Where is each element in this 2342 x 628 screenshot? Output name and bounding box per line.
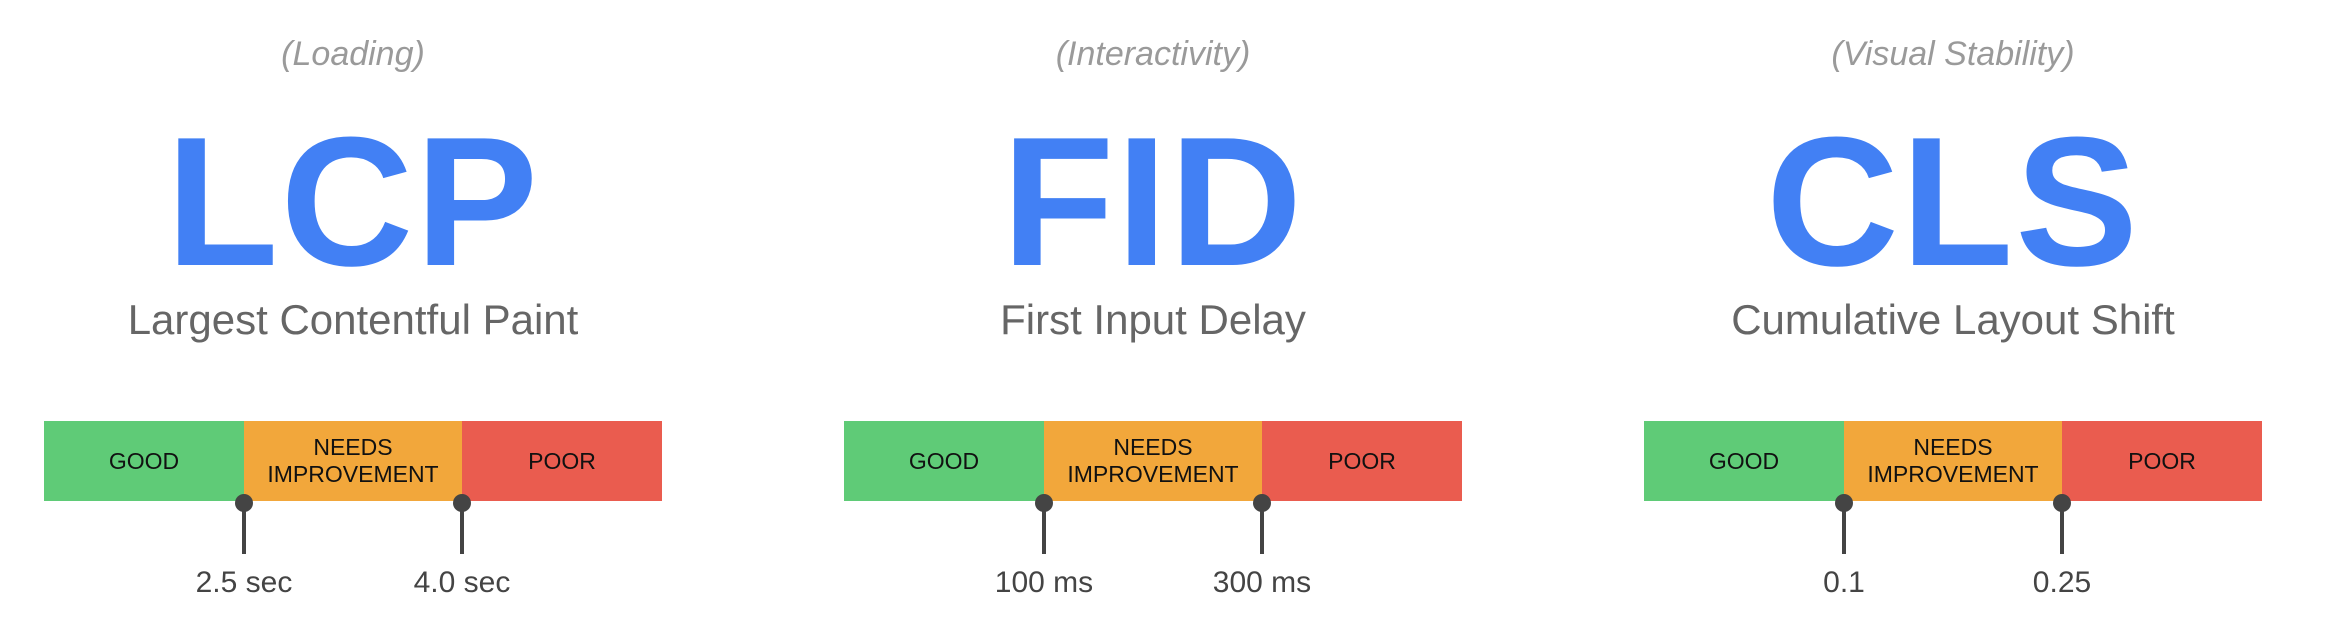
band-good-label: GOOD <box>1708 447 1780 474</box>
metric-category: (Loading) <box>281 35 425 73</box>
band-poor: POOR <box>462 421 662 501</box>
threshold-bar: GOOD NEEDS IMPROVEMENT POOR <box>1644 421 2262 501</box>
band-poor-label: POOR <box>528 447 596 474</box>
band-needs-improvement-label: NEEDS IMPROVEMENT <box>1067 434 1238 488</box>
threshold-good-label: 100 ms <box>994 566 1094 599</box>
threshold-pin-icon <box>1035 494 1053 556</box>
threshold-pin-icon <box>2053 494 2071 556</box>
band-needs-improvement: NEEDS IMPROVEMENT <box>1844 421 2062 501</box>
threshold-poor-label: 300 ms <box>1212 566 1312 599</box>
band-poor: POOR <box>2062 421 2262 501</box>
band-good-label: GOOD <box>108 447 180 474</box>
band-needs-improvement: NEEDS IMPROVEMENT <box>244 421 462 501</box>
metric-panel-lcp: (Loading) LCP Largest Contentful Paint G… <box>0 0 800 628</box>
band-needs-improvement-line2: IMPROVEMENT <box>1067 461 1239 487</box>
band-needs-improvement-line1: NEEDS <box>313 434 393 460</box>
threshold-bar: GOOD NEEDS IMPROVEMENT POOR <box>44 421 662 501</box>
metric-full-name: Largest Contentful Paint <box>127 296 579 343</box>
band-good-label: GOOD <box>908 447 980 474</box>
band-good: GOOD <box>844 421 1044 501</box>
metric-acronym: FID <box>1001 98 1305 304</box>
metric-category: (Visual Stability) <box>1831 35 2075 73</box>
metric-acronym: CLS <box>1766 98 2140 304</box>
band-poor: POOR <box>1262 421 1462 501</box>
threshold-pin-icon <box>235 494 253 556</box>
metric-full-name: First Input Delay <box>1000 296 1306 343</box>
threshold-pin-icon <box>453 494 471 556</box>
band-needs-improvement-line1: NEEDS <box>1113 434 1193 460</box>
band-needs-improvement-line2: IMPROVEMENT <box>267 461 439 487</box>
metric-category: (Interactivity) <box>1055 35 1251 73</box>
threshold-good-label: 0.1 <box>1823 566 1865 599</box>
metric-full-name: Cumulative Layout Shift <box>1731 296 2175 343</box>
band-poor-label: POOR <box>2128 447 2196 474</box>
band-good: GOOD <box>44 421 244 501</box>
threshold-poor-label: 0.25 <box>2032 566 2092 599</box>
band-poor-label: POOR <box>1328 447 1396 474</box>
band-needs-improvement-line1: NEEDS <box>1913 434 1993 460</box>
band-needs-improvement: NEEDS IMPROVEMENT <box>1044 421 1262 501</box>
band-needs-improvement-label: NEEDS IMPROVEMENT <box>1867 434 2038 488</box>
metric-panel-cls: (Visual Stability) CLS Cumulative Layout… <box>1600 0 2342 628</box>
band-needs-improvement-line2: IMPROVEMENT <box>1867 461 2039 487</box>
metric-panel-fid: (Interactivity) FID First Input Delay GO… <box>800 0 1600 628</box>
metric-acronym: LCP <box>166 98 540 304</box>
threshold-good-label: 2.5 sec <box>195 566 293 599</box>
band-good: GOOD <box>1644 421 1844 501</box>
band-needs-improvement-label: NEEDS IMPROVEMENT <box>267 434 438 488</box>
threshold-bar: GOOD NEEDS IMPROVEMENT POOR <box>844 421 1462 501</box>
threshold-pin-icon <box>1253 494 1271 556</box>
threshold-pin-icon <box>1835 494 1853 556</box>
threshold-poor-label: 4.0 sec <box>413 566 511 599</box>
